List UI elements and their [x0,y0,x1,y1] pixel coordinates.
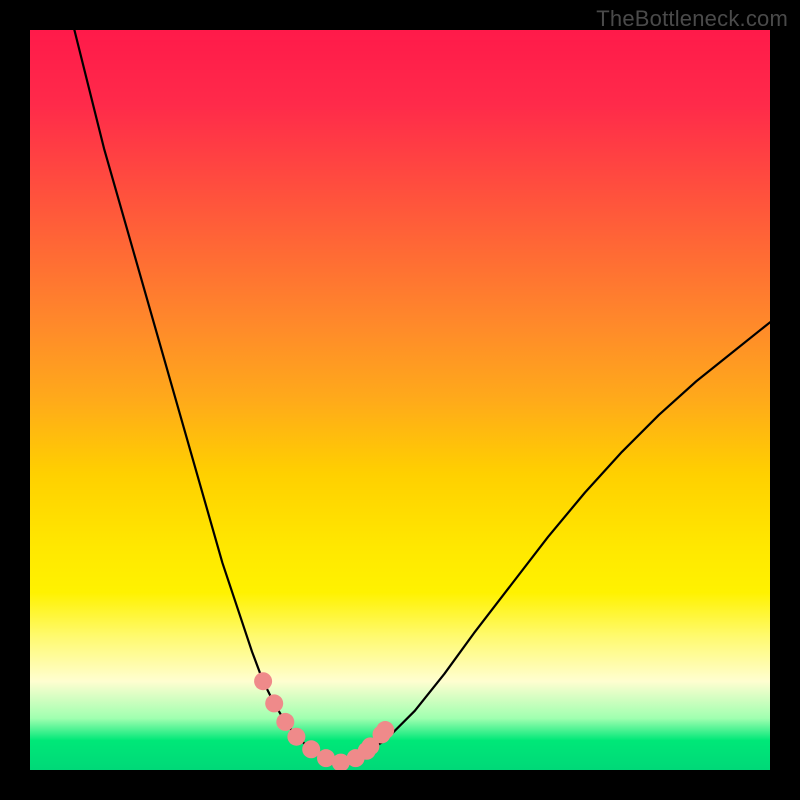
watermark-text: TheBottleneck.com [596,6,788,32]
plot-area [30,30,770,770]
chart-frame: TheBottleneck.com [0,0,800,800]
